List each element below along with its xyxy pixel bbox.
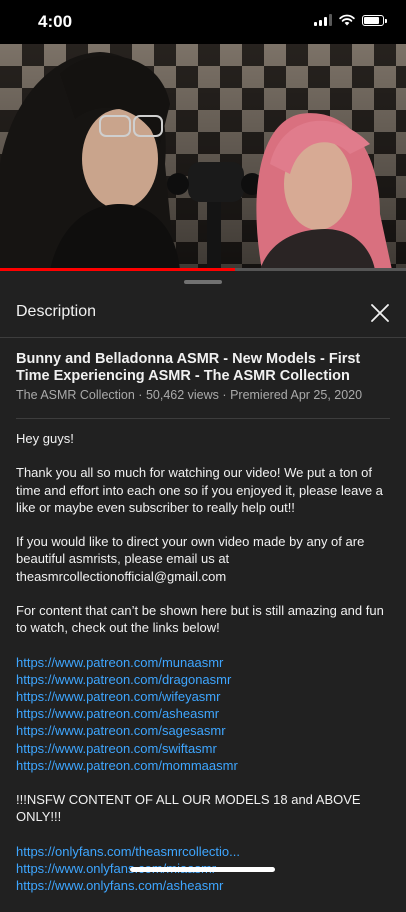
meta-separator: · — [138, 388, 143, 402]
status-time: 4:00 — [38, 12, 73, 31]
channel-name[interactable]: The ASMR Collection — [16, 388, 135, 402]
patreon-links: https://www.patreon.com/munaasmr https:/… — [16, 654, 388, 774]
panel-header: Description — [0, 291, 406, 335]
nsfw-notice: !!!NSFW CONTENT OF ALL OUR MODELS 18 and… — [16, 792, 361, 825]
patreon-link[interactable]: https://www.patreon.com/mommaasmr — [16, 757, 388, 774]
video-player[interactable] — [0, 44, 406, 270]
description-paragraph: If you would like to direct your own vid… — [16, 533, 388, 585]
meta-divider — [16, 418, 390, 419]
status-bar: 4:00 — [0, 0, 406, 44]
view-count: 50,462 views — [145, 388, 219, 402]
battery-icon — [362, 14, 387, 26]
contact-email: theasmrcollectionofficial@gmail.com — [16, 568, 227, 584]
description-paragraph: Thank you all so much for watching our v… — [16, 465, 383, 515]
patreon-link[interactable]: https://www.patreon.com/asheasmr — [16, 705, 388, 722]
drag-handle[interactable] — [184, 280, 222, 284]
close-button[interactable] — [370, 303, 390, 323]
video-title: Bunny and Belladonna ASMR - New Models -… — [16, 351, 361, 384]
patreon-link[interactable]: https://www.patreon.com/wifeyasmr — [16, 688, 388, 705]
description-greeting: Hey guys! — [16, 431, 74, 446]
panel-title: Description — [16, 303, 97, 320]
premiere-date: Premiered Apr 25, 2020 — [230, 388, 363, 402]
description-contact-text: If you would like to direct your own vid… — [16, 534, 365, 567]
patreon-link[interactable]: https://www.patreon.com/munaasmr — [16, 654, 388, 671]
description-text: Hey guys! Thank you all so much for watc… — [16, 430, 388, 912]
description-panel: Description Bunny and Belladonna ASMR - … — [0, 271, 406, 893]
description-paragraph: For content that can’t be shown here but… — [16, 602, 384, 636]
patreon-link[interactable]: https://www.patreon.com/sagesasmr — [16, 722, 388, 739]
wifi-icon — [339, 14, 355, 26]
header-divider — [0, 337, 406, 338]
close-icon — [371, 304, 389, 322]
meta-separator: · — [222, 388, 227, 402]
onlyfans-link[interactable]: https://onlyfans.com/theasmrcollectio... — [16, 843, 388, 860]
video-meta: The ASMR Collection · 50,462 views · Pre… — [16, 388, 362, 402]
patreon-link[interactable]: https://www.patreon.com/dragonasmr — [16, 671, 388, 688]
home-indicator[interactable] — [130, 867, 275, 872]
patreon-link[interactable]: https://www.patreon.com/swiftasmr — [16, 740, 388, 757]
video-frame — [0, 44, 406, 270]
status-icons — [314, 14, 387, 26]
cellular-signal-icon — [314, 14, 332, 26]
